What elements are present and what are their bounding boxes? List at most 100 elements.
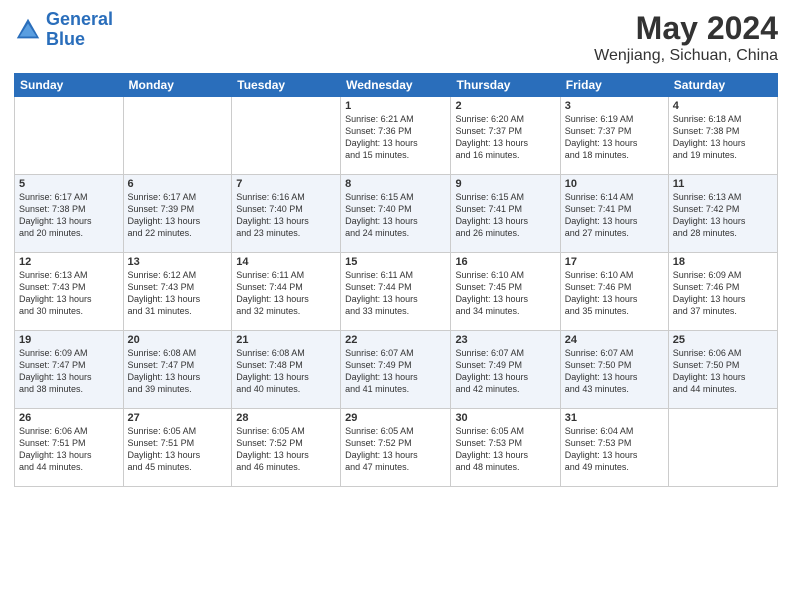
subtitle: Wenjiang, Sichuan, China bbox=[594, 47, 778, 65]
day-number: 27 bbox=[128, 412, 228, 424]
day-info: Sunrise: 6:11 AM Sunset: 7:44 PM Dayligh… bbox=[236, 269, 336, 318]
calendar-cell: 27Sunrise: 6:05 AM Sunset: 7:51 PM Dayli… bbox=[123, 409, 232, 487]
day-info: Sunrise: 6:04 AM Sunset: 7:53 PM Dayligh… bbox=[565, 425, 664, 474]
day-info: Sunrise: 6:10 AM Sunset: 7:45 PM Dayligh… bbox=[455, 269, 555, 318]
day-number: 14 bbox=[236, 256, 336, 268]
calendar-cell: 6Sunrise: 6:17 AM Sunset: 7:39 PM Daylig… bbox=[123, 175, 232, 253]
calendar-cell: 19Sunrise: 6:09 AM Sunset: 7:47 PM Dayli… bbox=[15, 331, 124, 409]
calendar-cell: 7Sunrise: 6:16 AM Sunset: 7:40 PM Daylig… bbox=[232, 175, 341, 253]
day-info: Sunrise: 6:07 AM Sunset: 7:49 PM Dayligh… bbox=[345, 347, 446, 396]
calendar-cell: 20Sunrise: 6:08 AM Sunset: 7:47 PM Dayli… bbox=[123, 331, 232, 409]
logo: General Blue bbox=[14, 10, 113, 50]
day-number: 11 bbox=[673, 178, 773, 190]
calendar-cell: 17Sunrise: 6:10 AM Sunset: 7:46 PM Dayli… bbox=[560, 253, 668, 331]
day-info: Sunrise: 6:21 AM Sunset: 7:36 PM Dayligh… bbox=[345, 113, 446, 162]
col-header-sunday: Sunday bbox=[15, 74, 124, 97]
calendar-cell: 22Sunrise: 6:07 AM Sunset: 7:49 PM Dayli… bbox=[341, 331, 451, 409]
day-info: Sunrise: 6:18 AM Sunset: 7:38 PM Dayligh… bbox=[673, 113, 773, 162]
day-info: Sunrise: 6:08 AM Sunset: 7:47 PM Dayligh… bbox=[128, 347, 228, 396]
day-info: Sunrise: 6:15 AM Sunset: 7:41 PM Dayligh… bbox=[455, 191, 555, 240]
calendar-cell: 5Sunrise: 6:17 AM Sunset: 7:38 PM Daylig… bbox=[15, 175, 124, 253]
col-header-tuesday: Tuesday bbox=[232, 74, 341, 97]
day-info: Sunrise: 6:05 AM Sunset: 7:53 PM Dayligh… bbox=[455, 425, 555, 474]
calendar-cell: 30Sunrise: 6:05 AM Sunset: 7:53 PM Dayli… bbox=[451, 409, 560, 487]
day-number: 5 bbox=[19, 178, 119, 190]
calendar-cell: 24Sunrise: 6:07 AM Sunset: 7:50 PM Dayli… bbox=[560, 331, 668, 409]
day-number: 20 bbox=[128, 334, 228, 346]
day-number: 22 bbox=[345, 334, 446, 346]
col-header-saturday: Saturday bbox=[668, 74, 777, 97]
day-number: 19 bbox=[19, 334, 119, 346]
calendar-cell: 1Sunrise: 6:21 AM Sunset: 7:36 PM Daylig… bbox=[341, 97, 451, 175]
day-number: 12 bbox=[19, 256, 119, 268]
calendar-cell: 21Sunrise: 6:08 AM Sunset: 7:48 PM Dayli… bbox=[232, 331, 341, 409]
title-block: May 2024 Wenjiang, Sichuan, China bbox=[594, 10, 778, 65]
day-number: 10 bbox=[565, 178, 664, 190]
day-info: Sunrise: 6:06 AM Sunset: 7:51 PM Dayligh… bbox=[19, 425, 119, 474]
day-info: Sunrise: 6:13 AM Sunset: 7:42 PM Dayligh… bbox=[673, 191, 773, 240]
col-header-wednesday: Wednesday bbox=[341, 74, 451, 97]
calendar-cell: 13Sunrise: 6:12 AM Sunset: 7:43 PM Dayli… bbox=[123, 253, 232, 331]
day-number: 25 bbox=[673, 334, 773, 346]
calendar-cell: 12Sunrise: 6:13 AM Sunset: 7:43 PM Dayli… bbox=[15, 253, 124, 331]
day-info: Sunrise: 6:07 AM Sunset: 7:50 PM Dayligh… bbox=[565, 347, 664, 396]
col-header-monday: Monday bbox=[123, 74, 232, 97]
header: General Blue May 2024 Wenjiang, Sichuan,… bbox=[14, 10, 778, 65]
calendar-cell: 18Sunrise: 6:09 AM Sunset: 7:46 PM Dayli… bbox=[668, 253, 777, 331]
day-number: 2 bbox=[455, 100, 555, 112]
calendar-table: SundayMondayTuesdayWednesdayThursdayFrid… bbox=[14, 73, 778, 487]
day-info: Sunrise: 6:17 AM Sunset: 7:39 PM Dayligh… bbox=[128, 191, 228, 240]
day-info: Sunrise: 6:09 AM Sunset: 7:46 PM Dayligh… bbox=[673, 269, 773, 318]
day-number: 30 bbox=[455, 412, 555, 424]
calendar-cell: 3Sunrise: 6:19 AM Sunset: 7:37 PM Daylig… bbox=[560, 97, 668, 175]
calendar-cell bbox=[15, 97, 124, 175]
day-number: 1 bbox=[345, 100, 446, 112]
calendar-cell: 8Sunrise: 6:15 AM Sunset: 7:40 PM Daylig… bbox=[341, 175, 451, 253]
calendar-cell: 10Sunrise: 6:14 AM Sunset: 7:41 PM Dayli… bbox=[560, 175, 668, 253]
day-number: 9 bbox=[455, 178, 555, 190]
calendar-cell bbox=[232, 97, 341, 175]
calendar-cell: 28Sunrise: 6:05 AM Sunset: 7:52 PM Dayli… bbox=[232, 409, 341, 487]
day-info: Sunrise: 6:12 AM Sunset: 7:43 PM Dayligh… bbox=[128, 269, 228, 318]
page: General Blue May 2024 Wenjiang, Sichuan,… bbox=[0, 0, 792, 612]
day-number: 8 bbox=[345, 178, 446, 190]
calendar-cell: 14Sunrise: 6:11 AM Sunset: 7:44 PM Dayli… bbox=[232, 253, 341, 331]
day-number: 23 bbox=[455, 334, 555, 346]
col-header-thursday: Thursday bbox=[451, 74, 560, 97]
day-number: 29 bbox=[345, 412, 446, 424]
day-info: Sunrise: 6:11 AM Sunset: 7:44 PM Dayligh… bbox=[345, 269, 446, 318]
calendar-cell: 31Sunrise: 6:04 AM Sunset: 7:53 PM Dayli… bbox=[560, 409, 668, 487]
day-number: 21 bbox=[236, 334, 336, 346]
day-number: 3 bbox=[565, 100, 664, 112]
main-title: May 2024 bbox=[594, 10, 778, 47]
day-info: Sunrise: 6:06 AM Sunset: 7:50 PM Dayligh… bbox=[673, 347, 773, 396]
calendar-cell: 2Sunrise: 6:20 AM Sunset: 7:37 PM Daylig… bbox=[451, 97, 560, 175]
day-info: Sunrise: 6:16 AM Sunset: 7:40 PM Dayligh… bbox=[236, 191, 336, 240]
day-number: 15 bbox=[345, 256, 446, 268]
day-number: 13 bbox=[128, 256, 228, 268]
day-info: Sunrise: 6:17 AM Sunset: 7:38 PM Dayligh… bbox=[19, 191, 119, 240]
calendar-cell: 11Sunrise: 6:13 AM Sunset: 7:42 PM Dayli… bbox=[668, 175, 777, 253]
calendar-cell: 15Sunrise: 6:11 AM Sunset: 7:44 PM Dayli… bbox=[341, 253, 451, 331]
day-info: Sunrise: 6:08 AM Sunset: 7:48 PM Dayligh… bbox=[236, 347, 336, 396]
calendar-cell: 23Sunrise: 6:07 AM Sunset: 7:49 PM Dayli… bbox=[451, 331, 560, 409]
calendar-cell: 25Sunrise: 6:06 AM Sunset: 7:50 PM Dayli… bbox=[668, 331, 777, 409]
day-info: Sunrise: 6:05 AM Sunset: 7:51 PM Dayligh… bbox=[128, 425, 228, 474]
day-number: 26 bbox=[19, 412, 119, 424]
day-info: Sunrise: 6:09 AM Sunset: 7:47 PM Dayligh… bbox=[19, 347, 119, 396]
day-info: Sunrise: 6:20 AM Sunset: 7:37 PM Dayligh… bbox=[455, 113, 555, 162]
day-info: Sunrise: 6:15 AM Sunset: 7:40 PM Dayligh… bbox=[345, 191, 446, 240]
day-number: 17 bbox=[565, 256, 664, 268]
logo-text: General Blue bbox=[46, 10, 113, 50]
calendar-cell: 26Sunrise: 6:06 AM Sunset: 7:51 PM Dayli… bbox=[15, 409, 124, 487]
calendar-cell: 9Sunrise: 6:15 AM Sunset: 7:41 PM Daylig… bbox=[451, 175, 560, 253]
day-info: Sunrise: 6:14 AM Sunset: 7:41 PM Dayligh… bbox=[565, 191, 664, 240]
day-number: 7 bbox=[236, 178, 336, 190]
logo-icon bbox=[14, 16, 42, 44]
day-info: Sunrise: 6:13 AM Sunset: 7:43 PM Dayligh… bbox=[19, 269, 119, 318]
day-number: 24 bbox=[565, 334, 664, 346]
calendar-cell: 29Sunrise: 6:05 AM Sunset: 7:52 PM Dayli… bbox=[341, 409, 451, 487]
day-number: 28 bbox=[236, 412, 336, 424]
day-info: Sunrise: 6:05 AM Sunset: 7:52 PM Dayligh… bbox=[345, 425, 446, 474]
day-number: 6 bbox=[128, 178, 228, 190]
